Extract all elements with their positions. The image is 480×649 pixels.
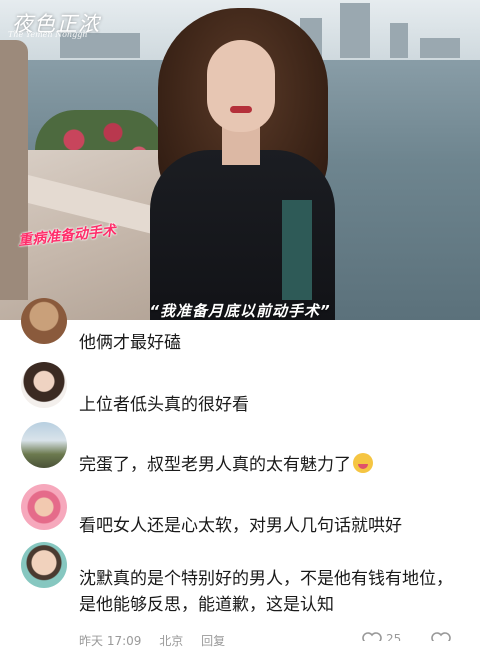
video-subtitle: “我准备月底以前动手术”	[149, 302, 331, 320]
like-area[interactable]: 25	[362, 632, 452, 641]
user-avatar[interactable]	[21, 298, 67, 344]
comment-text: 他俩才最好磕	[79, 333, 181, 353]
reply-button[interactable]: 回复	[201, 634, 225, 648]
comment-text: 看吧女人还是心太软，对男人几句话就哄好	[79, 516, 402, 536]
building	[390, 23, 408, 58]
dislike-icon[interactable]	[431, 632, 452, 641]
woman-lips	[230, 106, 252, 113]
like-count: 25	[386, 632, 402, 641]
user-avatar[interactable]	[21, 422, 67, 468]
heart-icon[interactable]	[362, 632, 382, 641]
woman-top	[282, 200, 312, 300]
woman-face	[207, 40, 275, 132]
building	[420, 38, 460, 58]
comment-text-body: 完蛋了，叔型老男人真的太有魅力了	[79, 455, 351, 475]
drooling-face-icon	[353, 453, 373, 473]
video-player[interactable]: 夜色正浓 The Yemen Nonggh 重病准备动手术 “我准备月底以前动手…	[0, 0, 480, 320]
comment-text: 沈默真的是个特别好的男人，不是他有钱有地位，是他能够反思，能道歉，这是认知	[79, 569, 453, 615]
user-avatar[interactable]	[21, 484, 67, 530]
comment-time: 昨天 17:09	[79, 634, 142, 648]
person-silhouette	[0, 40, 28, 300]
comment-list: 他俩才最好磕 上位者低头真的很好看 完蛋了，叔型老男人真的太有魅力了 看吧女人还…	[0, 298, 480, 648]
show-logo-subtitle: The Yemen Nonggh	[8, 30, 88, 39]
user-avatar[interactable]	[21, 362, 67, 408]
comment-text: 上位者低头真的很好看	[79, 395, 249, 415]
comment-text: 完蛋了，叔型老男人真的太有魅力了	[79, 452, 469, 478]
building	[340, 3, 370, 58]
user-avatar[interactable]	[21, 542, 67, 588]
comment-location: 北京	[159, 634, 184, 648]
